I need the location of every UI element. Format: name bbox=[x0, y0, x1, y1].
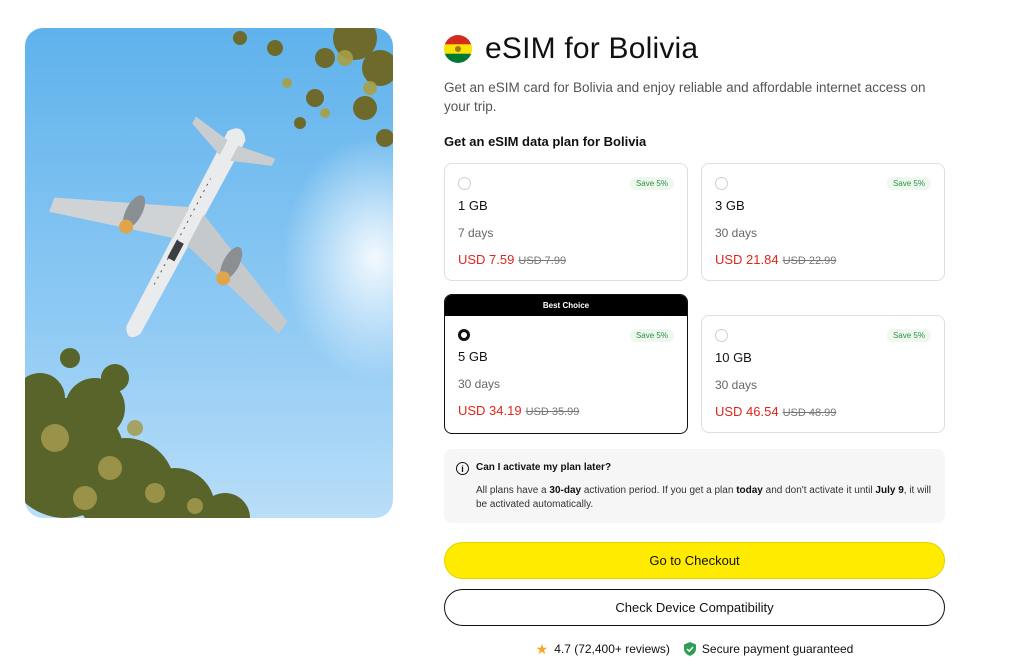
page-title: eSIM for Bolivia bbox=[485, 32, 699, 65]
save-badge: Save 5% bbox=[629, 177, 674, 190]
plan-radio[interactable] bbox=[715, 177, 728, 190]
plan-current-price: USD 21.84 bbox=[715, 252, 779, 267]
plan-radio[interactable] bbox=[458, 177, 471, 190]
plan-size: 5 GB bbox=[458, 349, 488, 364]
plan-card-10gb[interactable]: Save 5% 10 GB 30 days USD 46.54 USD 48.99 bbox=[701, 315, 945, 433]
plan-current-price: USD 7.59 bbox=[458, 252, 515, 267]
plans-subheading: Get an eSIM data plan for Bolivia bbox=[444, 134, 647, 149]
plan-card-1gb[interactable]: Save 5% 1 GB 7 days USD 7.59 USD 7.99 bbox=[444, 163, 688, 281]
plan-old-price: USD 7.99 bbox=[518, 255, 567, 267]
title-row: eSIM for Bolivia bbox=[444, 28, 945, 70]
faq-answer-text: All plans have a bbox=[476, 485, 550, 496]
faq-answer-emphasis: today bbox=[736, 485, 763, 496]
plan-size: 3 GB bbox=[715, 198, 745, 213]
save-badge: Save 5% bbox=[629, 329, 674, 342]
secure-payment-text: Secure payment guaranteed bbox=[701, 642, 854, 656]
plan-grid: Save 5% 1 GB 7 days USD 7.59 USD 7.99 Sav… bbox=[444, 163, 945, 435]
checkout-button[interactable]: Go to Checkout bbox=[444, 542, 945, 579]
plan-current-price: USD 46.54 bbox=[715, 404, 779, 419]
plan-duration: 7 days bbox=[458, 226, 494, 240]
plan-size: 10 GB bbox=[715, 350, 752, 365]
plan-price: USD 46.54 USD 48.99 bbox=[715, 404, 836, 419]
bolivia-flag-icon bbox=[444, 35, 472, 63]
plan-current-price: USD 34.19 bbox=[458, 403, 522, 418]
faq-answer: All plans have a 30-day activation perio… bbox=[476, 484, 931, 512]
plan-price: USD 21.84 USD 22.99 bbox=[715, 252, 836, 267]
best-choice-banner: Best Choice bbox=[445, 295, 687, 316]
info-icon: i bbox=[456, 462, 469, 475]
plan-price: USD 34.19 USD 35.99 bbox=[458, 403, 579, 418]
star-icon: ★ bbox=[535, 640, 549, 657]
faq-question: Can I activate my plan later? bbox=[476, 462, 612, 473]
plan-price: USD 7.59 USD 7.99 bbox=[458, 252, 566, 267]
plan-duration: 30 days bbox=[715, 378, 758, 392]
activation-faq: i Can I activate my plan later? All plan… bbox=[444, 449, 945, 523]
plan-old-price: USD 35.99 bbox=[525, 406, 580, 418]
plan-radio-selected[interactable] bbox=[458, 329, 470, 341]
plan-card-3gb[interactable]: Save 5% 3 GB 30 days USD 21.84 USD 22.99 bbox=[701, 163, 945, 281]
faq-answer-text: activation period. If you get a plan bbox=[581, 485, 737, 496]
save-badge: Save 5% bbox=[886, 329, 931, 342]
plan-size: 1 GB bbox=[458, 198, 488, 213]
trust-footer: ★ 4.7 (72,400+ reviews) Secure payment g… bbox=[444, 639, 945, 659]
faq-answer-emphasis: 30-day bbox=[549, 485, 582, 496]
plan-duration: 30 days bbox=[458, 377, 501, 391]
product-panel: eSIM for Bolivia Get an eSIM card for Bo… bbox=[444, 28, 945, 435]
plan-old-price: USD 48.99 bbox=[782, 407, 837, 419]
check-compatibility-button[interactable]: Check Device Compatibility bbox=[444, 589, 945, 626]
shield-check-icon bbox=[683, 642, 696, 656]
plan-old-price: USD 22.99 bbox=[782, 255, 837, 267]
rating-text: 4.7 (72,400+ reviews) bbox=[554, 642, 670, 656]
plan-card-5gb[interactable]: Best Choice Save 5% 5 GB 30 days USD 34.… bbox=[444, 294, 688, 434]
hero-airplane-image bbox=[25, 28, 393, 518]
plan-duration: 30 days bbox=[715, 226, 758, 240]
faq-answer-text: and don't activate it until bbox=[762, 485, 876, 496]
faq-answer-emphasis: July 9 bbox=[875, 485, 904, 496]
page-description: Get an eSIM card for Bolivia and enjoy r… bbox=[444, 80, 926, 114]
plan-radio[interactable] bbox=[715, 329, 728, 342]
save-badge: Save 5% bbox=[886, 177, 931, 190]
